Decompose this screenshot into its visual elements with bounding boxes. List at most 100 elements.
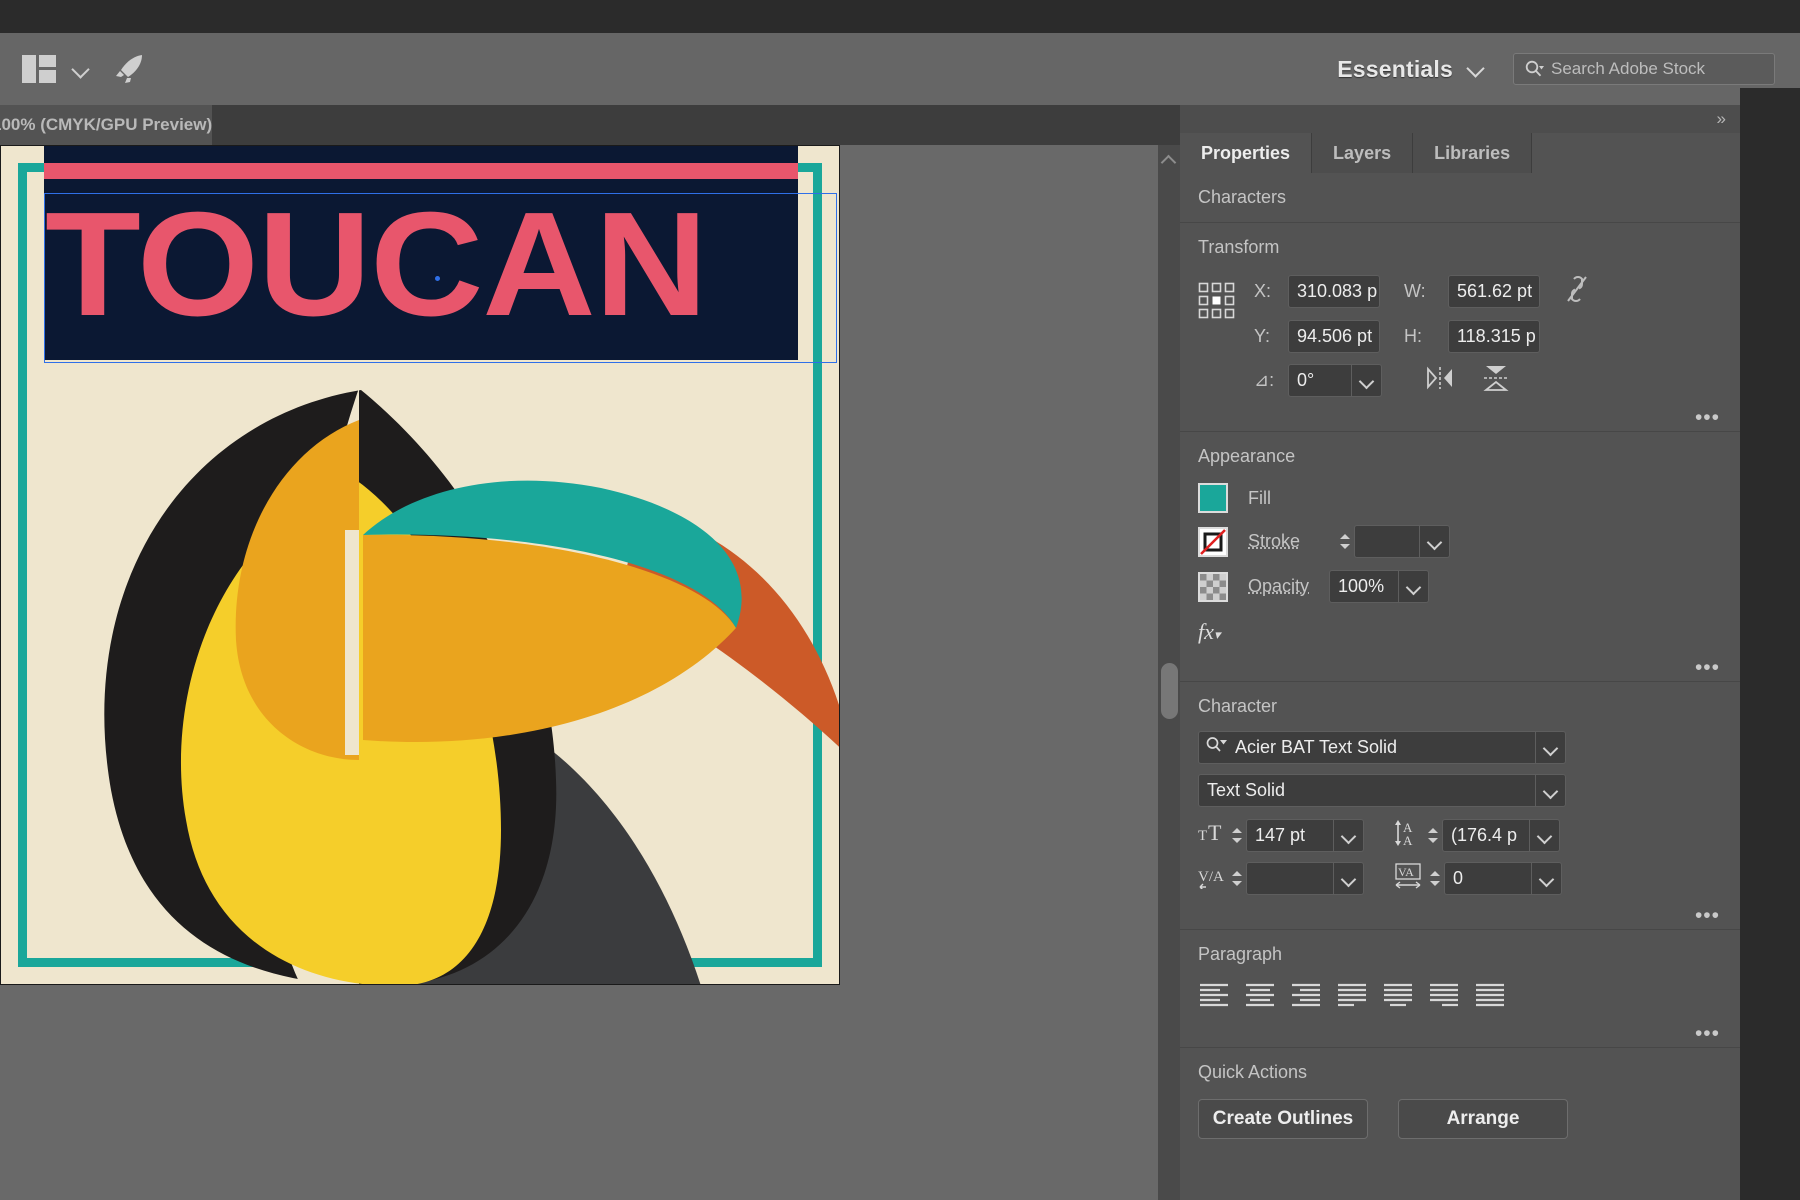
transform-more-options[interactable]: ••• <box>1695 407 1720 428</box>
document-tab-label: 100% (CMYK/GPU Preview) <box>0 115 212 134</box>
paragraph-more-options[interactable]: ••• <box>1695 1023 1720 1044</box>
fx-icon[interactable]: fx▾ <box>1198 619 1722 645</box>
opacity-swatch[interactable] <box>1198 571 1228 602</box>
leading-input: (176.4 p <box>1442 819 1530 852</box>
svg-text:T: T <box>1198 828 1207 844</box>
tab-properties-label: Properties <box>1201 142 1291 163</box>
kerning-chevron-down-icon[interactable] <box>1334 862 1364 895</box>
opacity-value[interactable]: 100% <box>1338 576 1384 597</box>
tab-layers[interactable]: Layers <box>1312 133 1414 173</box>
link-dimensions-icon[interactable] <box>1564 274 1590 309</box>
font-style-input: Text Solid <box>1198 774 1536 807</box>
transform-title: Transform <box>1198 237 1280 257</box>
stroke-label[interactable]: Stroke <box>1248 531 1300 552</box>
tracking-value[interactable]: 0 <box>1453 868 1463 889</box>
stroke-weight-stepper[interactable] <box>1336 525 1354 558</box>
opacity-options-arrow-icon[interactable] <box>1399 570 1430 603</box>
kerning-stepper[interactable] <box>1228 862 1246 895</box>
angle-value[interactable]: 0° <box>1297 370 1314 391</box>
document-tab-bar: 100% (CMYK/GPU Preview) <box>0 105 1180 145</box>
font-style-value[interactable]: Text Solid <box>1207 780 1285 801</box>
reference-point-icon[interactable] <box>1198 282 1236 325</box>
tab-libraries[interactable]: Libraries <box>1413 133 1533 173</box>
text-anchor-point <box>435 276 440 281</box>
scroll-up-icon[interactable] <box>1162 153 1176 167</box>
tab-layers-label: Layers <box>1333 142 1392 163</box>
search-icon <box>1524 59 1544 79</box>
svg-text:A: A <box>1403 833 1413 847</box>
appearance-more-options[interactable]: ••• <box>1695 657 1720 678</box>
create-outlines-label: Create Outlines <box>1212 1108 1354 1129</box>
svg-text:V/A: V/A <box>1198 869 1224 885</box>
flip-vertical-icon[interactable] <box>1482 365 1510 396</box>
leading-value[interactable]: (176.4 p <box>1451 825 1517 846</box>
selection-section: Characters <box>1180 173 1740 222</box>
font-size-chevron-down-icon[interactable] <box>1334 819 1364 852</box>
align-right-icon[interactable] <box>1290 981 1326 1011</box>
opacity-label[interactable]: Opacity <box>1248 576 1309 597</box>
y-value[interactable]: 94.506 pt <box>1297 326 1372 347</box>
stroke-weight-input <box>1354 525 1421 558</box>
leading-stepper[interactable] <box>1424 819 1442 852</box>
tracking-stepper[interactable] <box>1426 862 1444 895</box>
workspace-chevron-down-icon[interactable] <box>1467 60 1485 78</box>
font-family-value[interactable]: Acier BAT Text Solid <box>1235 737 1397 758</box>
stroke-dropdown-chevron-icon[interactable] <box>1420 525 1451 558</box>
justify-last-left-icon[interactable] <box>1336 981 1372 1011</box>
font-search-icon <box>1205 735 1227 760</box>
font-size-value[interactable]: 147 pt <box>1255 825 1305 846</box>
document-tab[interactable]: 100% (CMYK/GPU Preview) <box>0 105 212 145</box>
justify-last-right-icon[interactable] <box>1428 981 1464 1011</box>
angle-dropdown-chevron-icon[interactable] <box>1352 364 1382 397</box>
toucan-title-text[interactable]: TOUCAN <box>45 191 708 339</box>
character-more-options[interactable]: ••• <box>1695 905 1720 926</box>
tab-libraries-label: Libraries <box>1434 142 1511 163</box>
chevron-down-icon[interactable] <box>72 60 90 78</box>
w-input: 561.62 pt <box>1448 275 1540 308</box>
font-family-chevron-down-icon[interactable] <box>1536 731 1566 764</box>
font-size-stepper[interactable] <box>1228 819 1246 852</box>
rocket-icon[interactable] <box>112 52 146 86</box>
w-value[interactable]: 561.62 pt <box>1457 281 1532 302</box>
tracking-icon: VA <box>1394 862 1426 895</box>
quick-actions-section: Quick Actions Create Outlines Arrange <box>1180 1047 1740 1163</box>
tab-properties[interactable]: Properties <box>1180 133 1313 173</box>
quick-actions-title: Quick Actions <box>1198 1062 1308 1082</box>
paragraph-section: Paragraph ••• <box>1180 929 1740 1047</box>
adobe-stock-search[interactable]: Search Adobe Stock <box>1513 53 1775 85</box>
align-left-icon[interactable] <box>1198 981 1234 1011</box>
fill-swatch[interactable] <box>1198 483 1228 513</box>
expand-panels-icon[interactable]: » <box>1717 109 1727 129</box>
y-label: Y: <box>1254 326 1271 346</box>
tracking-chevron-down-icon[interactable] <box>1532 862 1562 895</box>
canvas-area[interactable]: TOUCAN <box>0 145 1158 1200</box>
red-rule-bar <box>44 163 798 179</box>
toucan-illustration <box>104 388 839 984</box>
font-style-chevron-down-icon[interactable] <box>1536 774 1566 807</box>
leading-icon: A A <box>1394 819 1424 852</box>
canvas-vertical-scrollbar[interactable] <box>1158 145 1180 1200</box>
opacity-input: 100% <box>1329 570 1400 603</box>
arrange-button[interactable]: Arrange <box>1398 1099 1568 1139</box>
stroke-swatch[interactable] <box>1198 526 1228 557</box>
svg-text:VA: VA <box>1398 865 1414 879</box>
angle-label: ⊿: <box>1254 370 1275 390</box>
scrollbar-thumb[interactable] <box>1161 663 1178 719</box>
leading-chevron-down-icon[interactable] <box>1530 819 1560 852</box>
artboard[interactable]: TOUCAN <box>0 145 840 985</box>
arrange-documents-icon[interactable] <box>22 55 56 83</box>
character-section: Character Acier BAT Text Solid Text Soli… <box>1180 681 1740 929</box>
flip-horizontal-icon[interactable] <box>1426 365 1454 396</box>
h-label: H: <box>1404 326 1422 346</box>
justify-all-icon[interactable] <box>1474 981 1510 1011</box>
justify-last-center-icon[interactable] <box>1382 981 1418 1011</box>
workspace-switcher-label[interactable]: Essentials <box>1337 56 1453 83</box>
selection-type-label: Characters <box>1198 187 1287 207</box>
x-value[interactable]: 310.083 p <box>1297 281 1377 302</box>
svg-text:T: T <box>1208 820 1222 845</box>
arrange-label: Arrange <box>1446 1108 1520 1129</box>
h-value[interactable]: 118.315 p <box>1457 326 1536 347</box>
paragraph-title: Paragraph <box>1198 944 1283 964</box>
align-center-icon[interactable] <box>1244 981 1280 1011</box>
create-outlines-button[interactable]: Create Outlines <box>1198 1099 1368 1139</box>
